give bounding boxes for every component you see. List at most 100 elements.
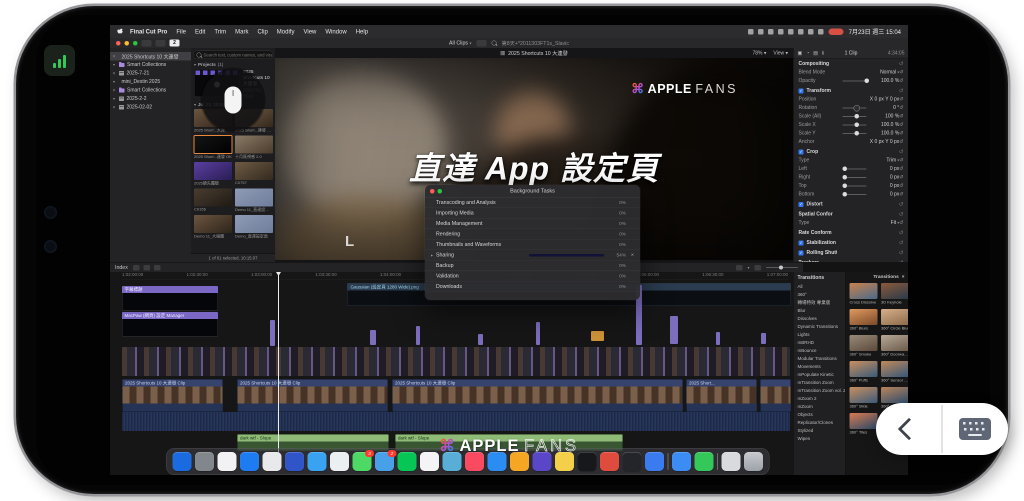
parameter-control[interactable] xyxy=(841,121,869,130)
checkbox-icon[interactable]: ✓ xyxy=(799,149,804,154)
timeline-zoom-slider[interactable] xyxy=(766,267,798,268)
reset-icon[interactable]: ↺ xyxy=(899,211,904,218)
reset-icon[interactable]: ↺ xyxy=(899,122,903,128)
clip-thumbnail[interactable] xyxy=(235,215,273,233)
transition-category[interactable]: Stylized xyxy=(794,427,846,435)
reset-icon[interactable]: ↺ xyxy=(899,201,904,208)
info-inspector-tab-icon[interactable]: ℹ xyxy=(822,50,824,56)
close-icon[interactable] xyxy=(430,189,435,194)
screen-recording-indicator[interactable] xyxy=(829,28,844,35)
parameter-control[interactable] xyxy=(833,210,868,219)
title-clip[interactable]: MacPaw (網頁) 設定 Manager xyxy=(122,312,218,337)
transition-category[interactable]: Blur xyxy=(794,307,846,315)
parameter-control[interactable] xyxy=(841,112,869,121)
transition-thumbnail[interactable] xyxy=(850,413,878,429)
background-tasks-badge[interactable]: 2 xyxy=(170,40,180,47)
clip-thumbnail[interactable] xyxy=(235,136,273,154)
disclosure-icon[interactable]: ▾ xyxy=(113,105,117,110)
browser-clip[interactable]: 十月既視感 2.0 xyxy=(235,136,273,160)
transition-category[interactable]: mBRHD xyxy=(794,339,846,347)
inspector-row[interactable]: ✓ Blend Mode Normal ↺ xyxy=(794,68,909,77)
status-icon[interactable] xyxy=(788,29,794,35)
reset-icon[interactable]: ↺ xyxy=(899,192,903,198)
close-window-button[interactable] xyxy=(116,41,121,46)
disclosure-icon[interactable]: ▾ xyxy=(113,71,117,76)
background-tasks-titlebar[interactable]: Background Tasks xyxy=(425,185,640,198)
projects-section-header[interactable]: ▾Projects(1) xyxy=(194,62,273,67)
parameter-control[interactable] xyxy=(841,173,869,182)
background-tasks-window[interactable]: Background Tasks ▸ Transcoding and Analy… xyxy=(425,185,640,300)
reset-icon[interactable]: ↺ xyxy=(899,149,904,156)
transition-item[interactable]: 360° Slide xyxy=(850,387,878,409)
clip-thumbnail[interactable] xyxy=(194,162,232,180)
status-icon[interactable] xyxy=(758,29,764,35)
menu-item[interactable]: Help xyxy=(351,28,372,35)
transition-category[interactable]: mTransition Zoom xyxy=(794,379,846,387)
transition-category[interactable]: All xyxy=(794,283,846,291)
transition-category[interactable]: 轉場特效 專業版 xyxy=(794,299,846,307)
video-inspector-tab-icon[interactable]: ▣ xyxy=(798,50,803,56)
transition-category[interactable]: mZoom xyxy=(794,403,846,411)
reset-icon[interactable]: ↺ xyxy=(899,260,904,263)
browser-search-field[interactable]: Search text, custom names, and visual ob… xyxy=(193,51,273,60)
transition-item[interactable]: Cross Dissolve xyxy=(850,283,878,305)
index-button[interactable]: Index xyxy=(115,265,128,271)
transition-thumbnail[interactable] xyxy=(881,335,908,351)
browser-clip[interactable]: Demo_直達設定頁 xyxy=(235,215,273,239)
transition-category[interactable]: Dissolves xyxy=(794,315,846,323)
parameter-control[interactable] xyxy=(833,229,868,238)
parameter-control[interactable] xyxy=(841,77,869,86)
status-icon[interactable] xyxy=(748,29,754,35)
connected-clips-row[interactable] xyxy=(122,347,790,376)
inspector-row[interactable]: ✓ Bottom 0 px ↺ xyxy=(794,190,909,199)
status-icon[interactable] xyxy=(778,29,784,35)
inspector-row[interactable]: ✓ Compositing ↺ xyxy=(794,60,909,69)
transition-item[interactable]: 360° Smoke xyxy=(850,335,878,357)
inspector-row[interactable]: ✓ Opacity 100.0 % ↺ xyxy=(794,77,909,86)
transition-item[interactable]: 360° Circle Blur xyxy=(881,309,908,331)
reset-icon[interactable]: ↺ xyxy=(899,240,904,247)
snapping-magnet-icon[interactable] xyxy=(755,265,762,271)
parameter-control[interactable] xyxy=(837,249,868,258)
transition-item[interactable]: 360° Doorway Blur xyxy=(881,335,908,357)
keyword-editor-button[interactable] xyxy=(156,40,166,47)
library-item[interactable]: ▾ 2025 Shortcuts 10 大連發 xyxy=(110,52,191,61)
storyline-clip[interactable] xyxy=(760,379,791,412)
transition-category[interactable]: Replicator/Clones xyxy=(794,419,846,427)
menu-item[interactable]: File xyxy=(172,28,191,35)
transition-thumbnail[interactable] xyxy=(850,361,878,377)
library-item[interactable]: ▾ 2025-7-21 xyxy=(110,69,191,78)
reset-icon[interactable]: ↺ xyxy=(899,131,903,137)
connect-tool-icon[interactable] xyxy=(133,265,140,271)
reset-icon[interactable]: ↺ xyxy=(899,230,904,237)
reset-icon[interactable]: ↺ xyxy=(899,250,904,257)
media-import-button[interactable] xyxy=(142,40,152,47)
inspector-row[interactable]: ✓ Position X 0 px Y 0 px ↺ xyxy=(794,95,909,104)
zoom-icon[interactable] xyxy=(438,189,443,194)
dock-app-icon[interactable] xyxy=(668,453,669,470)
disclosure-icon[interactable]: ▾ xyxy=(113,80,117,85)
reset-icon[interactable]: ↺ xyxy=(899,183,903,189)
parameter-value[interactable]: Fit xyxy=(868,220,899,226)
storyline-clip[interactable]: 2025 Shortcuts 10 大連發 Clip xyxy=(392,379,683,412)
inspector-row[interactable]: ✓ Scale X 100.0 % ↺ xyxy=(794,121,909,130)
disclosure-icon[interactable]: ▾ xyxy=(113,54,117,59)
library-item[interactable]: ▾ 2025-2-2 xyxy=(110,95,191,104)
transition-thumbnail[interactable] xyxy=(850,309,878,325)
clip-thumbnail[interactable] xyxy=(194,215,232,233)
parameter-control[interactable] xyxy=(841,219,869,228)
transition-item[interactable]: 360° Tiles xyxy=(850,413,878,435)
inspector-row[interactable]: ✓ Transform ↺ xyxy=(794,87,909,96)
inspector-row[interactable]: ✓ Trackers ↺ xyxy=(794,259,909,263)
reset-icon[interactable]: ↺ xyxy=(899,139,903,145)
inspector-row[interactable]: ✓ Scale (All) 100 % ↺ xyxy=(794,112,909,121)
inspector-row[interactable]: ✓ Rolling Shutter ↺ xyxy=(794,249,909,258)
title-clip[interactable]: 字幕標題 xyxy=(122,286,218,311)
checkbox-icon[interactable]: ✓ xyxy=(799,240,804,245)
menu-item[interactable]: View xyxy=(299,28,321,35)
close-panel-icon[interactable]: × xyxy=(902,274,905,280)
transition-thumbnail[interactable] xyxy=(850,283,878,299)
menu-item[interactable]: Final Cut Pro xyxy=(126,28,172,35)
reset-icon[interactable]: ↺ xyxy=(899,114,903,120)
reset-icon[interactable]: ↺ xyxy=(899,78,903,84)
